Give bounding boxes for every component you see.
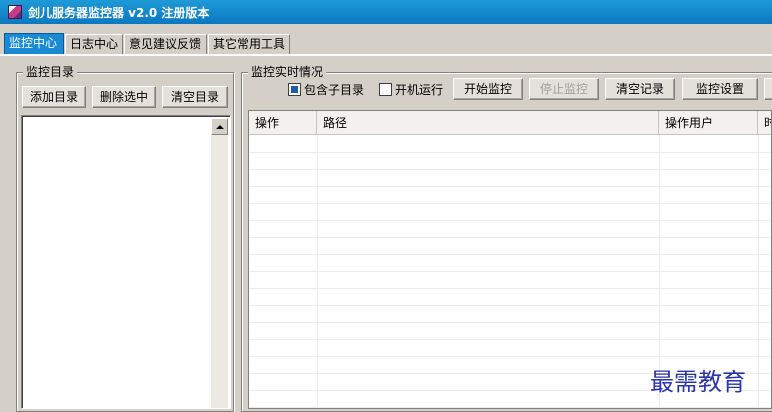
table-row xyxy=(249,339,771,340)
column-header-operation[interactable]: 操作 xyxy=(249,111,317,135)
watermark: 最需教育 xyxy=(650,368,746,396)
table-row xyxy=(249,288,771,289)
table-row xyxy=(249,237,771,238)
column-header-user[interactable]: 操作用户 xyxy=(659,111,758,135)
title-bar: 剑儿服务器监控器 v2.0 注册版本 xyxy=(0,0,772,24)
table-row xyxy=(249,186,771,187)
autostart-label: 开机运行 xyxy=(395,82,444,97)
table-row xyxy=(249,356,771,357)
directory-list-scrollbar[interactable] xyxy=(211,118,228,408)
add-directory-button[interactable]: 添加目录 xyxy=(22,86,86,108)
app-icon xyxy=(8,5,22,19)
delete-selected-button[interactable]: 删除选中 xyxy=(92,86,156,108)
table-row xyxy=(249,305,771,306)
more-button[interactable] xyxy=(764,78,772,100)
clear-records-button[interactable]: 清空记录 xyxy=(605,78,675,100)
directory-list[interactable] xyxy=(21,115,231,409)
monitor-settings-button[interactable]: 监控设置 xyxy=(682,78,758,100)
realtime-monitor-title: 监控实时情况 xyxy=(248,65,327,79)
tab-bar: 监控中心 日志中心 意见建议反馈 其它常用工具 xyxy=(0,24,772,56)
include-subdirs-checkbox[interactable]: 包含子目录 xyxy=(288,81,364,97)
column-header-time[interactable]: 时 xyxy=(758,111,771,135)
table-row xyxy=(249,152,771,153)
start-monitor-button[interactable]: 开始监控 xyxy=(453,78,523,100)
tab-other-tools[interactable]: 其它常用工具 xyxy=(208,34,290,54)
tab-monitor-center[interactable]: 监控中心 xyxy=(4,33,64,55)
autostart-check-icon[interactable] xyxy=(379,82,392,96)
monitor-directory-title: 监控目录 xyxy=(23,65,78,79)
tab-feedback[interactable]: 意见建议反馈 xyxy=(124,34,207,54)
column-header-path[interactable]: 路径 xyxy=(317,111,659,135)
table-row xyxy=(249,203,771,204)
table-header: 操作 路径 操作用户 时 xyxy=(249,111,771,135)
window-title: 剑儿服务器监控器 v2.0 注册版本 xyxy=(28,5,210,20)
tab-log-center[interactable]: 日志中心 xyxy=(65,34,123,54)
table-row xyxy=(249,254,771,255)
scroll-up-icon[interactable] xyxy=(211,118,228,135)
table-row xyxy=(249,271,771,272)
clear-directories-button[interactable]: 清空目录 xyxy=(162,86,228,108)
tab-panel-border xyxy=(0,54,772,56)
table-row xyxy=(249,407,771,408)
include-subdirs-check-icon[interactable] xyxy=(288,82,301,96)
autostart-checkbox[interactable]: 开机运行 xyxy=(379,81,443,97)
table-row xyxy=(249,322,771,323)
stop-monitor-button[interactable]: 停止监控 xyxy=(529,78,599,100)
table-row xyxy=(249,220,771,221)
include-subdirs-label: 包含子目录 xyxy=(304,82,365,97)
table-row xyxy=(249,169,771,170)
